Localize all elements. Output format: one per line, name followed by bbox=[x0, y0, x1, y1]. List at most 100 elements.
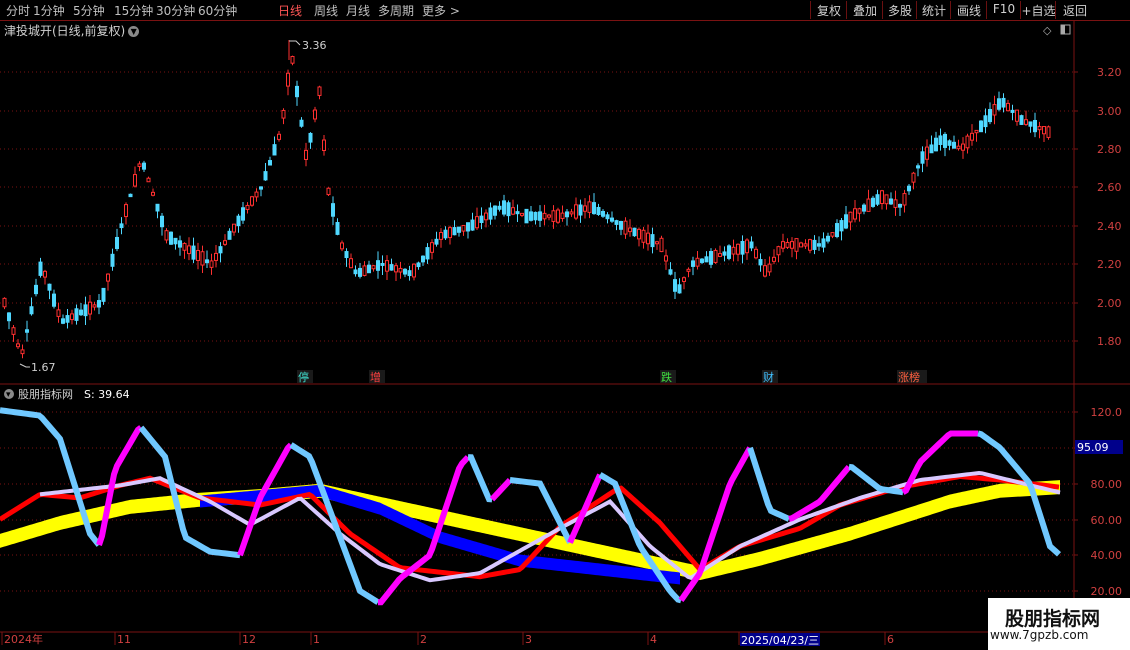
candle-body bbox=[11, 327, 16, 335]
current-value-text: 95.09 bbox=[1077, 441, 1109, 454]
candle-body bbox=[641, 229, 646, 243]
candle-body bbox=[808, 239, 812, 251]
candle-body bbox=[398, 267, 403, 273]
candle-body bbox=[758, 259, 763, 266]
candle-body bbox=[200, 251, 205, 266]
candle-body bbox=[317, 86, 322, 96]
candle-body bbox=[2, 297, 7, 308]
candle-body bbox=[488, 207, 493, 220]
candle-body bbox=[245, 204, 250, 210]
candle-body bbox=[569, 211, 574, 215]
candle-body bbox=[133, 174, 137, 187]
candle-body bbox=[394, 265, 398, 273]
candle-body bbox=[664, 255, 668, 262]
time-label: 4 bbox=[650, 633, 657, 646]
candle-body bbox=[700, 258, 704, 263]
candle-body bbox=[430, 242, 434, 253]
candle-body bbox=[668, 269, 673, 275]
time-label: 12 bbox=[242, 633, 256, 646]
candle-body bbox=[578, 204, 583, 216]
candle-body bbox=[731, 246, 736, 255]
candle-body bbox=[214, 252, 218, 261]
candle-body bbox=[974, 129, 979, 134]
candle-body bbox=[1010, 109, 1015, 113]
candle-body bbox=[844, 214, 848, 229]
candle-body bbox=[97, 300, 101, 308]
watermark-logo: 股朋指标网 bbox=[1005, 608, 1101, 630]
candle-body bbox=[34, 284, 38, 295]
event-marker: 涨榜 bbox=[898, 370, 920, 384]
candle-body bbox=[236, 215, 241, 227]
candle-body bbox=[272, 144, 277, 156]
time-label: 2024年 bbox=[4, 632, 43, 646]
candle-body bbox=[353, 269, 358, 275]
candle-body bbox=[254, 191, 259, 198]
high-label: 3.36 bbox=[302, 39, 327, 52]
candle-body bbox=[866, 198, 871, 212]
price-label: 2.00 bbox=[1097, 297, 1122, 310]
candle-body bbox=[70, 313, 74, 321]
candle-body bbox=[29, 306, 34, 315]
candle-body bbox=[182, 242, 187, 251]
chevron-glyph: ▾ bbox=[6, 390, 11, 400]
candle-body bbox=[745, 239, 749, 254]
candle-body bbox=[155, 203, 160, 212]
candle-body bbox=[227, 230, 232, 240]
indicator-axis-label: 60.00 bbox=[1091, 514, 1123, 527]
candle-body bbox=[583, 205, 587, 212]
candle-body bbox=[335, 222, 340, 235]
price-label: 1.80 bbox=[1097, 335, 1122, 348]
candle-body bbox=[853, 208, 857, 220]
candle-body bbox=[304, 149, 308, 160]
candle-body bbox=[1015, 109, 1019, 122]
candle-body bbox=[281, 109, 286, 119]
candle-body bbox=[628, 227, 632, 233]
candle-body bbox=[313, 109, 317, 120]
candle-body bbox=[61, 318, 65, 324]
candle-body bbox=[502, 200, 506, 215]
candle-body bbox=[826, 235, 830, 242]
candle-body bbox=[146, 177, 151, 183]
candle-body bbox=[83, 304, 88, 317]
oscillator-segment bbox=[747, 446, 791, 522]
candle-body bbox=[191, 245, 196, 260]
candle-body bbox=[961, 143, 965, 151]
candle-body bbox=[614, 220, 619, 225]
candle-body bbox=[412, 263, 416, 278]
candle-body bbox=[425, 247, 430, 260]
candle-body bbox=[344, 251, 349, 259]
candle-body bbox=[259, 186, 263, 190]
candle-body bbox=[506, 202, 511, 217]
candle-body bbox=[632, 227, 637, 237]
candle-body bbox=[497, 205, 502, 210]
oscillator-segment bbox=[289, 442, 380, 605]
event-marker: 跌 bbox=[661, 370, 672, 384]
candle-body bbox=[479, 215, 484, 223]
candle-body bbox=[205, 259, 209, 264]
candle-body bbox=[893, 199, 898, 208]
candle-body bbox=[385, 260, 389, 272]
candle-body bbox=[47, 283, 52, 291]
indicator-value: S: 39.64 bbox=[84, 388, 130, 401]
candle-body bbox=[587, 201, 592, 213]
candle-body bbox=[601, 210, 605, 217]
candle-body bbox=[380, 262, 385, 266]
candle-body bbox=[16, 343, 20, 348]
candle-body bbox=[907, 185, 911, 192]
event-marker: 停 bbox=[298, 370, 309, 384]
candle-body bbox=[857, 208, 862, 214]
low-marker-arrow bbox=[19, 363, 30, 368]
candle-body bbox=[560, 212, 565, 219]
candle-body bbox=[92, 304, 97, 308]
oscillator-segment bbox=[489, 477, 513, 502]
candle-body bbox=[871, 197, 875, 207]
chart-canvas[interactable]: 3.20 3.00 2.80 2.60 2.40 2.20 2.00 1.80 ◇ 3.36 1.6… bbox=[0, 0, 1130, 650]
candle-body bbox=[898, 203, 902, 208]
candle-body bbox=[119, 223, 124, 229]
candle-body bbox=[835, 223, 839, 238]
candle-body bbox=[1028, 121, 1033, 127]
candle-body bbox=[839, 220, 844, 232]
candle-body bbox=[43, 270, 47, 278]
candle-body bbox=[799, 242, 803, 248]
candle-body bbox=[416, 262, 421, 268]
